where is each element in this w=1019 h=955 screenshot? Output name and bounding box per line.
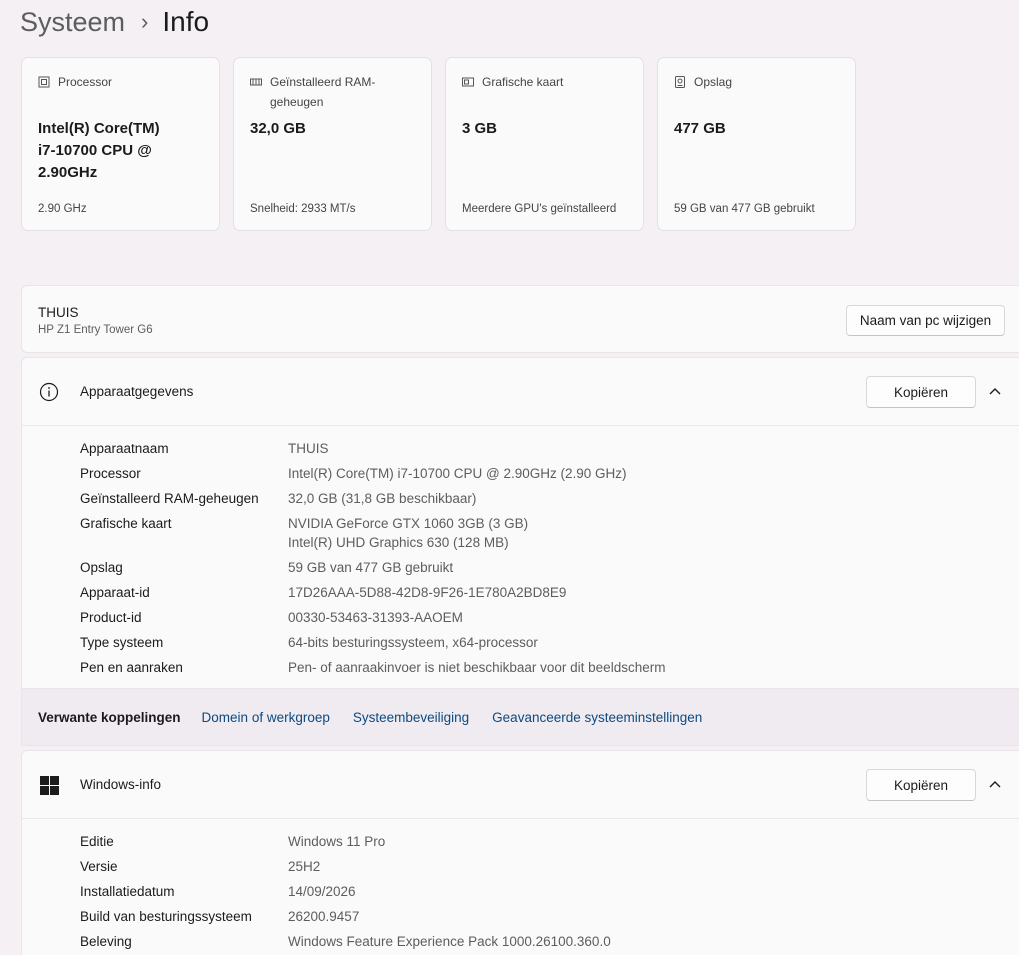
spec-value: 25H2: [288, 859, 321, 874]
breadcrumb: Systeem › Info: [20, 4, 209, 40]
pc-model: HP Z1 Entry Tower G6: [38, 324, 153, 336]
spec-label: Installatiedatum: [80, 884, 175, 899]
spec-label: Opslag: [80, 560, 123, 575]
card-title: Processor: [58, 75, 113, 89]
ram-icon: [250, 78, 262, 86]
spec-row: Apparaatnaam THUIS: [22, 436, 1019, 461]
spec-value: Windows Feature Experience Pack 1000.261…: [288, 934, 611, 949]
card-processor: Processor Intel(R) Core(TM) i7-10700 CPU…: [21, 57, 220, 231]
section-title: Apparaatgegevens: [80, 384, 194, 399]
spec-value: Windows 11 Pro: [288, 834, 386, 849]
card-ram: Geïnstalleerd RAM-geheugen 32,0 GB Snelh…: [233, 57, 432, 231]
card-title: Geïnstalleerd RAM-geheugen: [270, 75, 376, 109]
spec-value-line: NVIDIA GeForce GTX 1060 3GB (3 GB): [288, 516, 529, 531]
related-links-bar: Verwante koppelingen Domein of werkgroep…: [21, 689, 1019, 746]
card-subtext: 2.90 GHz: [38, 203, 87, 215]
card-graphics: Grafische kaart 3 GB Meerdere GPU's geïn…: [445, 57, 644, 231]
card-storage: Opslag 477 GB 59 GB van 477 GB gebruikt: [657, 57, 856, 231]
page-title: Info: [162, 6, 210, 37]
rename-pc-button[interactable]: Naam van pc wijzigen: [846, 305, 1005, 336]
spec-value: 14/09/2026: [288, 884, 356, 899]
spec-label: Apparaat-id: [80, 585, 150, 600]
card-subtext: Meerdere GPU's geïnstalleerd: [462, 203, 617, 215]
chevron-up-icon[interactable]: [988, 779, 1002, 789]
breadcrumb-parent[interactable]: Systeem: [20, 7, 125, 38]
pc-name-panel: THUIS HP Z1 Entry Tower G6 Naam van pc w…: [21, 285, 1019, 353]
related-links-label: Verwante koppelingen: [38, 709, 181, 725]
graphics-card-icon: [462, 77, 474, 87]
card-subtext: Snelheid: 2933 MT/s: [250, 203, 356, 215]
spec-row: Processor Intel(R) Core(TM) i7-10700 CPU …: [22, 461, 1019, 486]
spec-row: Versie 25H2: [22, 854, 1019, 879]
section-title: Windows-info: [80, 777, 162, 792]
windows-specs-list: Editie Windows 11 Pro Versie 25H2 Installa…: [22, 819, 1019, 954]
windows-specs-section: Windows-info Kopiëren Editie Windows 11 P…: [21, 750, 1019, 955]
spec-label: Product-id: [80, 610, 142, 625]
spec-row: Build van besturingssysteem 26200.9457: [22, 904, 1019, 929]
spec-row: Installatiedatum 14/09/2026: [22, 879, 1019, 904]
spec-row: Opslag 59 GB van 477 GB gebruikt: [22, 555, 1019, 580]
spec-row: Geïnstalleerd RAM-geheugen 32,0 GB (31,8 …: [22, 486, 1019, 511]
info-icon: [39, 382, 59, 402]
spec-value-line: Intel(R) UHD Graphics 630 (128 MB): [288, 535, 509, 550]
spec-row: Apparaat-id 17D26AAA-5D88-42D8-9F26-1E780…: [22, 580, 1019, 605]
copy-button[interactable]: Kopiëren: [866, 769, 976, 801]
spec-value: NVIDIA GeForce GTX 1060 3GB (3 GB) Intel(…: [288, 514, 528, 552]
windows-logo-icon: [40, 776, 59, 795]
spec-row: Pen en aanraken Pen- of aanraakinvoer is …: [22, 655, 1019, 680]
spec-label: Processor: [80, 466, 141, 481]
spec-label: Pen en aanraken: [80, 660, 183, 675]
link-advanced-system-settings[interactable]: Geavanceerde systeeminstellingen: [492, 710, 702, 725]
spec-label: Geïnstalleerd RAM-geheugen: [80, 491, 259, 506]
card-title: Grafische kaart: [482, 75, 564, 89]
pc-name: THUIS: [38, 305, 79, 320]
breadcrumb-separator: ›: [141, 9, 149, 34]
spec-value: 64-bits besturingssysteem, x64-processor: [288, 635, 538, 650]
link-system-protection[interactable]: Systeembeveiliging: [353, 710, 469, 725]
card-value: 32,0 GB: [250, 120, 306, 137]
card-value: 3 GB: [462, 120, 498, 137]
card-subtext: 59 GB van 477 GB gebruikt: [674, 203, 815, 215]
device-specs-section: Apparaatgegevens Kopiëren Apparaatnaam TH…: [21, 357, 1019, 689]
spec-row: Grafische kaart NVIDIA GeForce GTX 1060 3…: [22, 511, 1019, 555]
spec-label: Beleving: [80, 934, 132, 949]
copy-button[interactable]: Kopiëren: [866, 376, 976, 408]
spec-label: Versie: [80, 859, 118, 874]
link-domain-workgroup[interactable]: Domein of werkgroep: [202, 710, 330, 725]
spec-row: Type systeem 64-bits besturingssysteem, x…: [22, 630, 1019, 655]
spec-label: Build van besturingssysteem: [80, 909, 252, 924]
windows-specs-header[interactable]: Windows-info Kopiëren: [22, 751, 1019, 819]
spec-value: 00330-53463-31393-AAOEM: [288, 610, 463, 625]
spec-value: THUIS: [288, 441, 329, 456]
spec-value: 26200.9457: [288, 909, 360, 924]
spec-label: Editie: [80, 834, 114, 849]
spec-row: Beleving Windows Feature Experience Pack …: [22, 929, 1019, 954]
spec-value: 59 GB van 477 GB gebruikt: [288, 560, 454, 575]
storage-icon: [675, 76, 685, 88]
spec-label: Apparaatnaam: [80, 441, 169, 456]
spec-value: 17D26AAA-5D88-42D8-9F26-1E780A2BD8E9: [288, 585, 567, 600]
spec-value: Pen- of aanraakinvoer is niet beschikbaa…: [288, 660, 666, 675]
card-value: Intel(R) Core(TM) i7-10700 CPU @ 2.90GHz: [38, 120, 160, 181]
spec-value: 32,0 GB (31,8 GB beschikbaar): [288, 491, 477, 506]
spec-row: Product-id 00330-53463-31393-AAOEM: [22, 605, 1019, 630]
device-specs-header[interactable]: Apparaatgegevens Kopiëren: [22, 358, 1019, 426]
device-specs-list: Apparaatnaam THUIS Processor Intel(R) Core…: [22, 426, 1019, 680]
card-title: Opslag: [694, 75, 733, 89]
spec-label: Grafische kaart: [80, 516, 172, 531]
chevron-up-icon[interactable]: [988, 386, 1002, 396]
spec-value: Intel(R) Core(TM) i7-10700 CPU @ 2.90GHz…: [288, 466, 627, 481]
card-value: 477 GB: [674, 120, 726, 137]
processor-icon: [38, 76, 50, 88]
spec-row: Editie Windows 11 Pro: [22, 829, 1019, 854]
spec-label: Type systeem: [80, 635, 164, 650]
